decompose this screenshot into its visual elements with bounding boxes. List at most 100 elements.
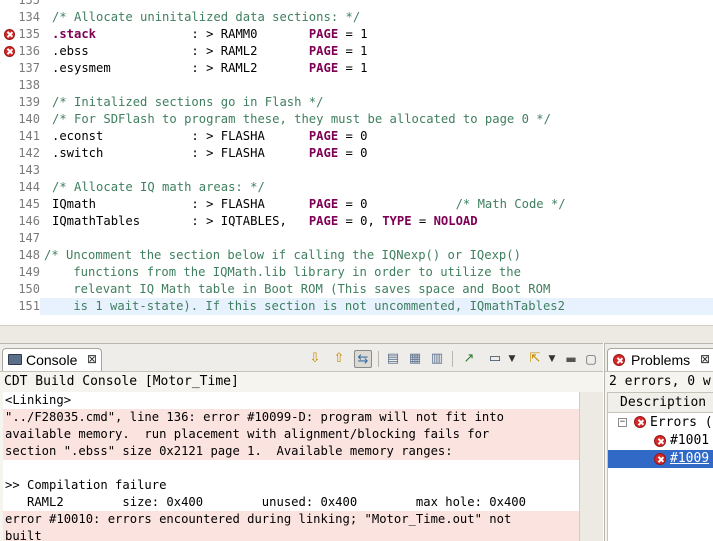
editor-line: 142 .switch : > FLASHA PAGE = 0 xyxy=(0,145,713,162)
minimize-icon[interactable]: ▬ xyxy=(562,350,580,368)
editor-line: 138 xyxy=(0,77,713,94)
line-number: 149 xyxy=(18,265,40,279)
line-number: 134 xyxy=(18,10,40,24)
line-number: 135 xyxy=(18,0,40,7)
line-number: 150 xyxy=(18,282,40,296)
console-toolbar: ⇩ ⇧ ⇆ ▤ ▦ ▥ ↗ ▭ ▼ ⇱ ▼ ▬ ▢ xyxy=(306,350,597,368)
close-icon[interactable]: ⊠ xyxy=(700,352,710,366)
collapse-icon[interactable]: − xyxy=(618,418,627,427)
console-line: <Linking> xyxy=(5,393,72,407)
toolbar-separator xyxy=(378,351,379,367)
error-marker-icon[interactable] xyxy=(4,46,15,57)
problem-item-selected[interactable]: #1009 xyxy=(608,450,713,468)
editor-line: 150 relevant IQ Math table in Boot ROM (… xyxy=(0,281,713,298)
code-text: /* Allocate IQ math areas: */ xyxy=(52,179,265,196)
editor-line: 135 .stack : > RAMM0 PAGE = 1 xyxy=(0,26,713,43)
open-console-icon[interactable]: ↗ xyxy=(460,350,478,368)
console-vertical-scrollbar[interactable] xyxy=(579,392,603,541)
editor-line: 140 /* For SDFlash to program these, they… xyxy=(0,111,713,128)
line-number: 145 xyxy=(18,197,40,211)
code-keyword: TYPE xyxy=(382,214,412,228)
code-comment: /* Allocate uninitalized data sections: … xyxy=(52,10,361,24)
problem-item-label: #1001 xyxy=(670,433,710,448)
column-header-description[interactable]: Description xyxy=(608,393,713,413)
console-line: >> Compilation failure xyxy=(5,478,167,492)
code-token: = 0, xyxy=(338,214,383,228)
chevron-down-icon[interactable]: ▼ xyxy=(543,350,561,368)
console-line: RAML2 size: 0x400 unused: 0x400 max hole… xyxy=(5,495,526,509)
code-keyword: NOLOAD xyxy=(433,214,478,228)
editor-line: 144 /* Allocate IQ math areas: */ xyxy=(0,179,713,196)
code-token: = 0 xyxy=(338,197,456,211)
editor-horizontal-scrollbar[interactable] xyxy=(0,325,713,343)
code-token: = xyxy=(411,214,434,228)
line-number: 141 xyxy=(18,129,40,143)
display-console-icon[interactable]: ▭ xyxy=(486,350,504,368)
code-keyword: PAGE xyxy=(308,44,339,58)
code-token: IQmathTables : > IQTABLES, xyxy=(52,214,309,228)
close-icon[interactable]: ⊠ xyxy=(87,352,97,366)
code-editor[interactable]: 135 134 /* Allocate uninitalized data sect… xyxy=(0,0,713,343)
console-error-line: error #10010: errors encountered during … xyxy=(3,511,579,528)
line-number: 139 xyxy=(18,95,40,109)
code-comment: is 1 wait-state). If this section is not… xyxy=(44,299,565,313)
problems-view: Problems ⊠ 2 errors, 0 w Description − E… xyxy=(604,343,713,541)
code-token: = 0 xyxy=(338,129,368,143)
problem-item[interactable]: #1001 xyxy=(608,432,713,450)
problems-icon xyxy=(613,354,625,366)
pin-console-icon[interactable]: ▥ xyxy=(428,350,446,368)
code-keyword: PAGE xyxy=(308,214,339,228)
code-keyword: PAGE xyxy=(308,129,339,143)
editor-line: 145 IQmath : > FLASHA PAGE = 0 /* Math Co… xyxy=(0,196,713,213)
chevron-down-icon[interactable]: ▼ xyxy=(503,350,521,368)
maximize-icon[interactable]: ▢ xyxy=(582,350,600,368)
code-text: .ebss : > RAML2 PAGE = 1 xyxy=(52,43,368,60)
editor-line: 146 IQmathTables : > IQTABLES, PAGE = 0, … xyxy=(0,213,713,230)
next-error-icon[interactable]: ⇩ xyxy=(306,350,324,368)
error-icon xyxy=(654,453,666,465)
new-console-icon[interactable]: ⇱ xyxy=(526,350,544,368)
tab-problems[interactable]: Problems ⊠ xyxy=(607,348,713,371)
editor-line: 134 /* Allocate uninitalized data section… xyxy=(0,9,713,26)
editor-line: 147 xyxy=(0,230,713,247)
code-comment: /* Math Code */ xyxy=(455,197,566,211)
editor-line: 148 /* Uncomment the section below if cal… xyxy=(0,247,713,264)
code-token: .econst : > FLASHA xyxy=(52,129,309,143)
code-text: IQmathTables : > IQTABLES, PAGE = 0, TYP… xyxy=(52,213,478,230)
code-comment: functions from the IQMath.lib library in… xyxy=(44,265,521,279)
editor-line: 151 is 1 wait-state). If this section is… xyxy=(0,298,713,315)
tab-console[interactable]: Console ⊠ xyxy=(2,348,102,371)
code-text: is 1 wait-state). If this section is not… xyxy=(44,298,565,315)
console-error-line: available memory. run placement with ali… xyxy=(3,426,579,443)
tab-problems-label: Problems xyxy=(631,352,691,368)
code-keyword: PAGE xyxy=(308,197,339,211)
code-text: /* Initalized sections go in Flash */ xyxy=(52,94,324,111)
console-title: CDT Build Console [Motor_Time] xyxy=(4,374,239,389)
line-number: 147 xyxy=(18,231,40,245)
code-keyword: PAGE xyxy=(308,61,339,75)
error-marker-icon[interactable] xyxy=(4,29,15,40)
code-token: .switch : > FLASHA xyxy=(52,146,309,160)
clear-console-icon[interactable]: ▦ xyxy=(406,350,424,368)
code-token: .esysmem : > RAML2 xyxy=(52,61,309,75)
console-error-line: section ".ebss" size 0x2121 page 1. Avai… xyxy=(3,443,579,460)
copy-build-log-icon[interactable]: ▤ xyxy=(384,350,402,368)
code-comment: /* Allocate IQ math areas: */ xyxy=(52,180,265,194)
console-output[interactable]: <Linking> "../F28035.cmd", line 136: erro… xyxy=(3,392,579,541)
code-text: /* For SDFlash to program these, they mu… xyxy=(52,111,551,128)
code-text: /* Allocate uninitalized data sections: … xyxy=(52,9,360,26)
code-text: .esysmem : > RAML2 PAGE = 1 xyxy=(52,60,368,77)
code-token: .ebss : > RAML2 xyxy=(52,44,309,58)
console-view: Console ⊠ ⇩ ⇧ ⇆ ▤ ▦ ▥ ↗ ▭ ▼ ⇱ ▼ ▬ ▢ CDT … xyxy=(0,343,603,541)
code-token: = 1 xyxy=(338,44,368,58)
code-keyword: PAGE xyxy=(308,27,339,41)
line-number: 148 xyxy=(18,248,40,262)
editor-line: 136 .ebss : > RAML2 PAGE = 1 xyxy=(0,43,713,60)
editor-line: 135 xyxy=(0,0,713,9)
code-keyword: PAGE xyxy=(308,146,339,160)
previous-error-icon[interactable]: ⇧ xyxy=(330,350,348,368)
console-tabbar: Console ⊠ ⇩ ⇧ ⇆ ▤ ▦ ▥ ↗ ▭ ▼ ⇱ ▼ ▬ ▢ xyxy=(0,344,603,372)
problems-group-errors[interactable]: − Errors ( xyxy=(608,414,713,432)
scroll-lock-icon[interactable]: ⇆ xyxy=(354,350,372,368)
